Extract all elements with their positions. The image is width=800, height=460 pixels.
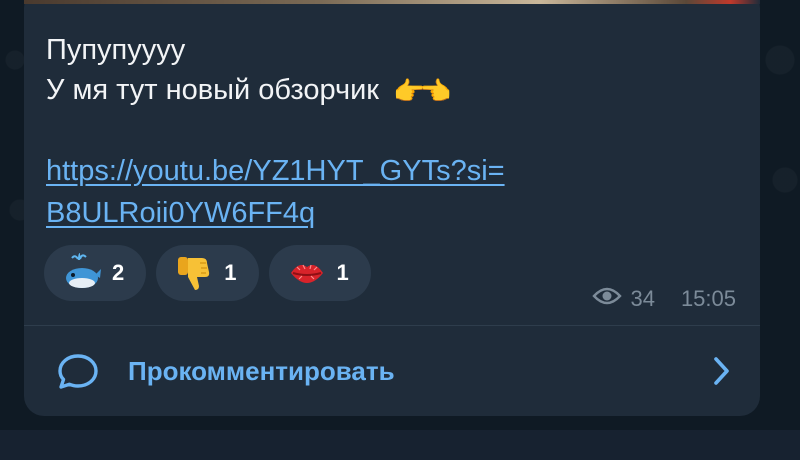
thumbs-down-emoji-icon [174, 253, 214, 293]
comment-button[interactable]: Прокомментировать [24, 326, 760, 416]
reaction-kiss[interactable]: 1 [268, 245, 371, 301]
reaction-thumbs-down[interactable]: 1 [156, 245, 259, 301]
reaction-kiss-count: 1 [336, 260, 349, 285]
youtube-link[interactable]: https://youtu.be/YZ1HYT_GYTs?si= B8ULRoi… [46, 150, 666, 234]
message-meta: 34 15:05 [592, 286, 736, 312]
comment-label[interactable]: Прокомментировать [128, 356, 395, 387]
reaction-thumbs-down-count: 1 [224, 260, 237, 285]
message-time: 15:05 [680, 286, 736, 311]
youtube-link-part-2[interactable]: B8ULRoii0YW6FF4q [46, 192, 666, 234]
view-count: 34 [630, 286, 655, 311]
whale-emoji-icon [62, 253, 102, 293]
kiss-lips-emoji-icon [287, 253, 327, 293]
reaction-whale[interactable]: 2 [44, 245, 147, 301]
eye-icon [592, 286, 623, 312]
youtube-link-part-1[interactable]: https://youtu.be/YZ1HYT_GYTs?si= [46, 150, 666, 192]
reactions-bar: 2 1 1 [44, 245, 371, 301]
message-line-2-text: У мя тут новый обзорчик [46, 74, 379, 106]
message-line-1: Пупупуууу [46, 34, 186, 66]
message-line-2: У мя тут новый обзорчик 👉👈 [46, 70, 726, 111]
media-preview-edge [24, 0, 760, 4]
speech-bubble-icon [56, 352, 100, 397]
message-text: Пупупуууу У мя тут новый обзорчик 👉👈 [46, 30, 726, 111]
next-message-edge [0, 430, 800, 460]
chevron-right-icon [712, 356, 730, 391]
pointing-fingers-emoji-icon: 👉👈 [393, 76, 452, 107]
reaction-whale-count: 2 [112, 260, 125, 285]
